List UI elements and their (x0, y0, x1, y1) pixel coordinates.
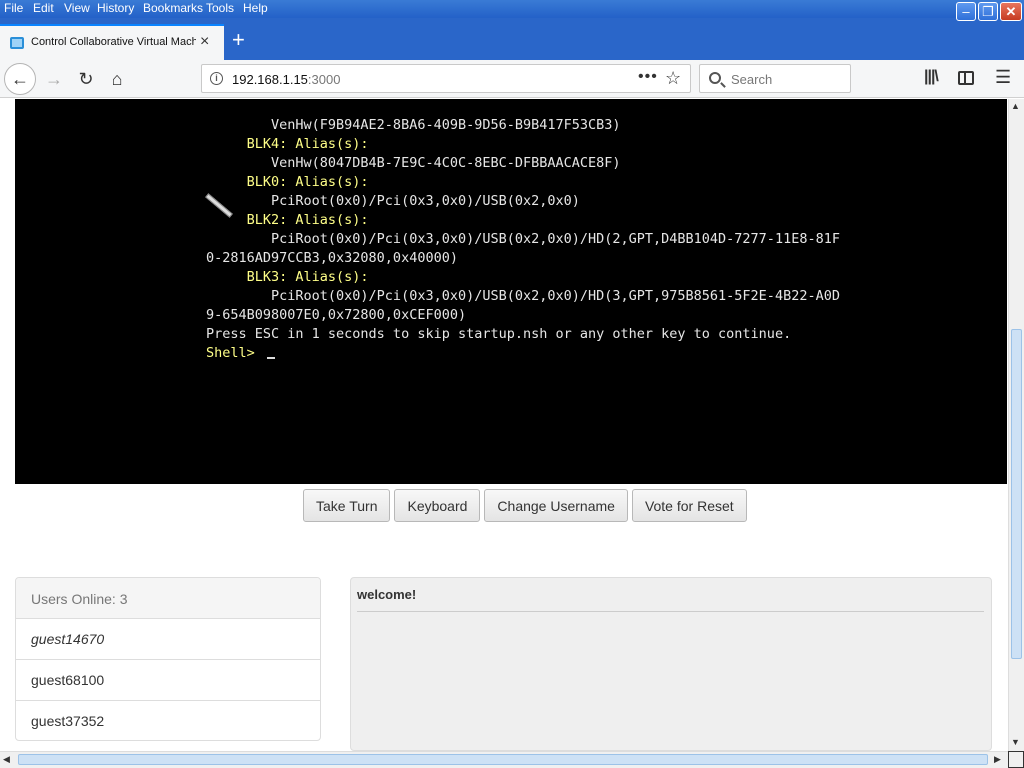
url-text: 192.168.1.15:3000 (232, 72, 341, 87)
console-line: PciRoot(0x0)/Pci(0x3,0x0)/USB(0x2,0x0) (206, 193, 580, 209)
scroll-down-icon[interactable]: ▼ (1011, 737, 1020, 747)
console-line: 9-654B098007E0,0x72800,0xCEF000) (206, 307, 467, 323)
scrollbar-corner (1008, 751, 1024, 768)
users-online-panel: Users Online: 3 guest14670 guest68100 gu… (15, 577, 321, 741)
hamburger-menu-icon[interactable]: ☰ (995, 67, 1011, 88)
menu-edit[interactable]: Edit (33, 1, 54, 15)
chat-panel: welcome! (350, 577, 992, 751)
user-list-item[interactable]: guest68100 (16, 660, 320, 701)
scroll-left-icon[interactable]: ◀ (3, 754, 10, 765)
console-line: Press ESC in 1 seconds to skip startup.n… (206, 326, 792, 342)
users-online-header: Users Online: 3 (16, 578, 320, 619)
browser-tab[interactable]: Control Collaborative Virtual Machine × (0, 24, 224, 60)
bookmark-star-icon[interactable]: ☆ (665, 68, 681, 89)
chat-divider (357, 611, 984, 612)
home-button[interactable]: ⌂ (101, 63, 133, 95)
console-line: BLK0: Alias(s): (206, 174, 369, 190)
console-line: PciRoot(0x0)/Pci(0x3,0x0)/USB(0x2,0x0)/H… (206, 288, 840, 304)
user-list-item[interactable]: guest37352 (16, 701, 320, 740)
text-cursor (266, 357, 275, 359)
vote-reset-button[interactable]: Vote for Reset (631, 489, 747, 522)
sidebar-icon[interactable] (958, 71, 974, 85)
nav-bar: ← → ↻ ⌂ i 192.168.1.15:3000 ••• ☆ Search… (0, 60, 1024, 98)
forward-button[interactable]: → (38, 63, 70, 95)
console-line: BLK3: Alias(s): (206, 269, 369, 285)
menu-view[interactable]: View (64, 1, 90, 15)
change-username-button[interactable]: Change Username (484, 489, 628, 522)
menu-file[interactable]: File (4, 1, 23, 15)
vertical-scrollbar[interactable]: ▲ ▼ (1008, 99, 1024, 751)
keyboard-button[interactable]: Keyboard (394, 489, 481, 522)
page-viewport: VenHw(F9B94AE2-8BA6-409B-9D56-B9B417F53C… (0, 99, 1008, 751)
console-line: 0-2816AD97CCB3,0x32080,0x40000) (206, 250, 458, 266)
horizontal-scroll-thumb[interactable] (18, 754, 988, 765)
vm-controls: Take Turn Keyboard Change Username Vote … (303, 489, 747, 523)
new-tab-button[interactable]: + (232, 28, 245, 52)
menu-help[interactable]: Help (243, 1, 268, 15)
search-input[interactable]: Search (699, 64, 851, 93)
console-line: BLK4: Alias(s): (206, 136, 369, 152)
maximize-button[interactable]: ❐ (978, 2, 998, 21)
info-icon[interactable]: i (210, 72, 223, 85)
menu-bar: File Edit View History Bookmarks Tools H… (0, 0, 1024, 18)
vertical-scroll-thumb[interactable] (1011, 329, 1022, 659)
monitor-icon (10, 37, 24, 49)
search-icon (709, 72, 721, 84)
back-button[interactable]: ← (4, 63, 36, 95)
console-line: VenHw(8047DB4B-7E9C-4C0C-8EBC-DFBBAACACE… (206, 155, 621, 171)
close-window-button[interactable]: ✕ (1000, 2, 1022, 21)
menu-bookmarks[interactable]: Bookmarks (143, 1, 203, 15)
vm-screen[interactable]: VenHw(F9B94AE2-8BA6-409B-9D56-B9B417F53C… (15, 99, 1007, 484)
reload-button[interactable]: ↻ (70, 63, 102, 95)
console-output: VenHw(F9B94AE2-8BA6-409B-9D56-B9B417F53C… (206, 99, 926, 363)
user-list-item[interactable]: guest14670 (16, 619, 320, 660)
console-prompt: Shell> (206, 345, 263, 361)
console-line: VenHw(F9B94AE2-8BA6-409B-9D56-B9B417F53C… (206, 117, 621, 133)
menu-tools[interactable]: Tools (206, 1, 234, 15)
scroll-right-icon[interactable]: ▶ (994, 754, 1001, 765)
search-placeholder: Search (731, 72, 773, 87)
page-actions-icon[interactable]: ••• (638, 68, 658, 86)
scroll-up-icon[interactable]: ▲ (1011, 101, 1020, 111)
menu-history[interactable]: History (97, 1, 134, 15)
url-bar[interactable]: i 192.168.1.15:3000 ••• ☆ (201, 64, 691, 93)
horizontal-scrollbar[interactable]: ◀ ▶ (0, 751, 1008, 768)
close-tab-icon[interactable]: × (200, 33, 209, 51)
take-turn-button[interactable]: Take Turn (303, 489, 391, 522)
chat-message: welcome! (357, 587, 417, 602)
library-icon[interactable]: |||\ (924, 68, 939, 86)
minimize-button[interactable]: – (956, 2, 976, 21)
tab-title: Control Collaborative Virtual Machine (31, 36, 196, 48)
console-line: PciRoot(0x0)/Pci(0x3,0x0)/USB(0x2,0x0)/H… (206, 231, 840, 247)
